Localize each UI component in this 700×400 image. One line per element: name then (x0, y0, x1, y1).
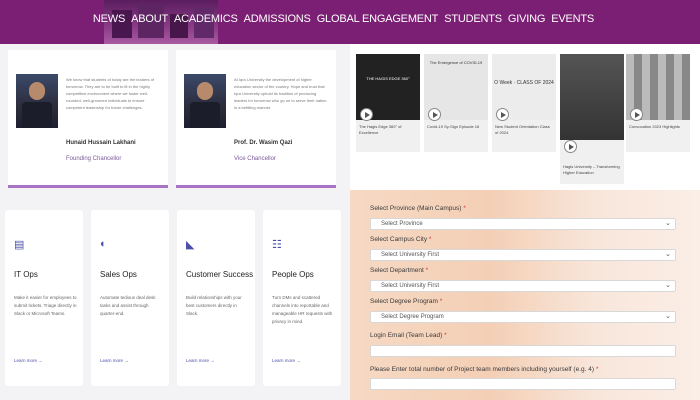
card-title: Sales Ops (100, 270, 137, 279)
learn-more-link[interactable]: Learn more → (100, 358, 129, 363)
play-icon[interactable] (496, 108, 509, 121)
chancellor-card: We know that students of today are the l… (8, 50, 168, 188)
people-icon: ☷ (272, 239, 282, 251)
video-card[interactable]: O Week · CLASS OF 2024 New Student Orien… (492, 54, 556, 152)
province-select[interactable]: Select Province ⌄ (370, 218, 676, 230)
learn-more-link[interactable]: Learn more → (186, 358, 215, 363)
thumbnail-title: THE HAGIS EDGE 360° (366, 76, 410, 81)
card-description: Automate tedious deal desk tasks and ass… (100, 295, 156, 316)
learn-more-link[interactable]: Learn more → (272, 358, 301, 363)
video-card[interactable]: THE HAGIS EDGE 360° The Hagis Edge 360° … (356, 54, 420, 152)
play-icon[interactable] (428, 108, 441, 121)
flag-icon: ◣ (186, 239, 195, 251)
degree-program-label: Select Degree Program * (370, 298, 443, 305)
play-icon[interactable] (360, 108, 373, 121)
nav-events[interactable]: EVENTS (551, 13, 594, 25)
video-caption: Convocation 2023 Highlights (629, 124, 680, 129)
video-caption: New Student Orientation Class of 2024 (495, 124, 550, 135)
chancellor-role: Founding Chancellor (66, 156, 122, 162)
dollar-icon: ◐ (100, 238, 107, 250)
chevron-down-icon: ⌄ (665, 313, 671, 320)
video-card[interactable]: Hagis University – Transforming Higher E… (560, 54, 624, 184)
chevron-down-icon: ⌄ (665, 220, 671, 227)
video-caption: Hagis University – Transforming Higher E… (563, 164, 620, 175)
vice-chancellor-photo (184, 74, 226, 128)
main-nav: NEWS ABOUT ACADEMICS ADMISSIONS GLOBAL E… (93, 13, 594, 25)
chevron-down-icon: ⌄ (665, 282, 671, 289)
sales-ops-card: ◐ Sales Ops Automate tedious deal desk t… (91, 210, 169, 386)
chancellor-quote: We know that students of today are the l… (66, 77, 154, 110)
card-description: Build relationships with your best custo… (186, 295, 242, 316)
login-email-input[interactable] (370, 345, 676, 357)
video-gallery: THE HAGIS EDGE 360° The Hagis Edge 360° … (350, 44, 700, 190)
nav-students[interactable]: STUDENTS (444, 13, 502, 25)
video-caption: The Hagis Edge 360° of Excellence (359, 124, 402, 135)
card-description: Turn DMs and scattered channels into rep… (272, 295, 333, 324)
nav-admissions[interactable]: ADMISSIONS (244, 13, 311, 25)
play-icon[interactable] (564, 140, 577, 153)
nav-academics[interactable]: ACADEMICS (174, 13, 238, 25)
people-ops-card: ☷ People Ops Turn DMs and scattered chan… (263, 210, 341, 386)
it-ops-card: ▤ IT Ops Make it easier for employees to… (5, 210, 83, 386)
video-thumbnail[interactable] (560, 54, 624, 140)
chancellor-photo (16, 74, 58, 128)
campus-city-select[interactable]: Select University First ⌄ (370, 249, 676, 261)
video-card[interactable]: The Emergence of COVID-19 Covid-19 Sy-Si… (424, 54, 488, 152)
department-select[interactable]: Select University First ⌄ (370, 280, 676, 292)
campus-city-label: Select Campus City * (370, 236, 432, 243)
vice-chancellor-quote: At Iqra University the development of hi… (234, 77, 327, 110)
nav-global-engagement[interactable]: GLOBAL ENGAGEMENT (317, 13, 439, 25)
login-email-label: Login Email (Team Lead) * (370, 332, 447, 339)
team-members-label: Please Enter total number of Project tea… (370, 366, 599, 373)
degree-program-select[interactable]: Select Degree Program ⌄ (370, 311, 676, 323)
video-card[interactable]: Convocation 2023 Highlights (626, 54, 690, 152)
province-label: Select Province (Main Campus) * (370, 205, 466, 212)
vice-chancellor-card: At Iqra University the development of hi… (176, 50, 336, 188)
team-members-input[interactable] (370, 378, 676, 390)
nav-news[interactable]: NEWS (93, 13, 125, 25)
department-label: Select Department * (370, 267, 429, 274)
chevron-down-icon: ⌄ (665, 251, 671, 258)
vice-chancellor-name: Prof. Dr. Wasim Qazi (234, 140, 293, 146)
thumbnail-title: O Week · CLASS OF 2024 (494, 80, 554, 86)
customer-success-card: ◣ Customer Success Build relationships w… (177, 210, 255, 386)
vice-chancellor-role: Vice Chancellor (234, 156, 276, 162)
nav-giving[interactable]: GIVING (508, 13, 546, 25)
video-caption: Covid-19 Sy-Sign Episode 16 (427, 124, 480, 129)
document-icon: ▤ (14, 239, 25, 251)
play-icon[interactable] (630, 108, 643, 121)
nav-about[interactable]: ABOUT (131, 13, 168, 25)
learn-more-link[interactable]: Learn more → (14, 358, 43, 363)
thumbnail-title: The Emergence of COVID-19 (429, 60, 483, 65)
card-title: People Ops (272, 270, 314, 279)
top-navigation-bar: NEWS ABOUT ACADEMICS ADMISSIONS GLOBAL E… (0, 0, 700, 44)
chancellor-name: Hunaid Hussain Lakhani (66, 140, 136, 146)
card-description: Make it easier for employees to submit t… (14, 295, 77, 316)
card-title: Customer Success (186, 270, 254, 279)
card-title: IT Ops (14, 270, 38, 279)
